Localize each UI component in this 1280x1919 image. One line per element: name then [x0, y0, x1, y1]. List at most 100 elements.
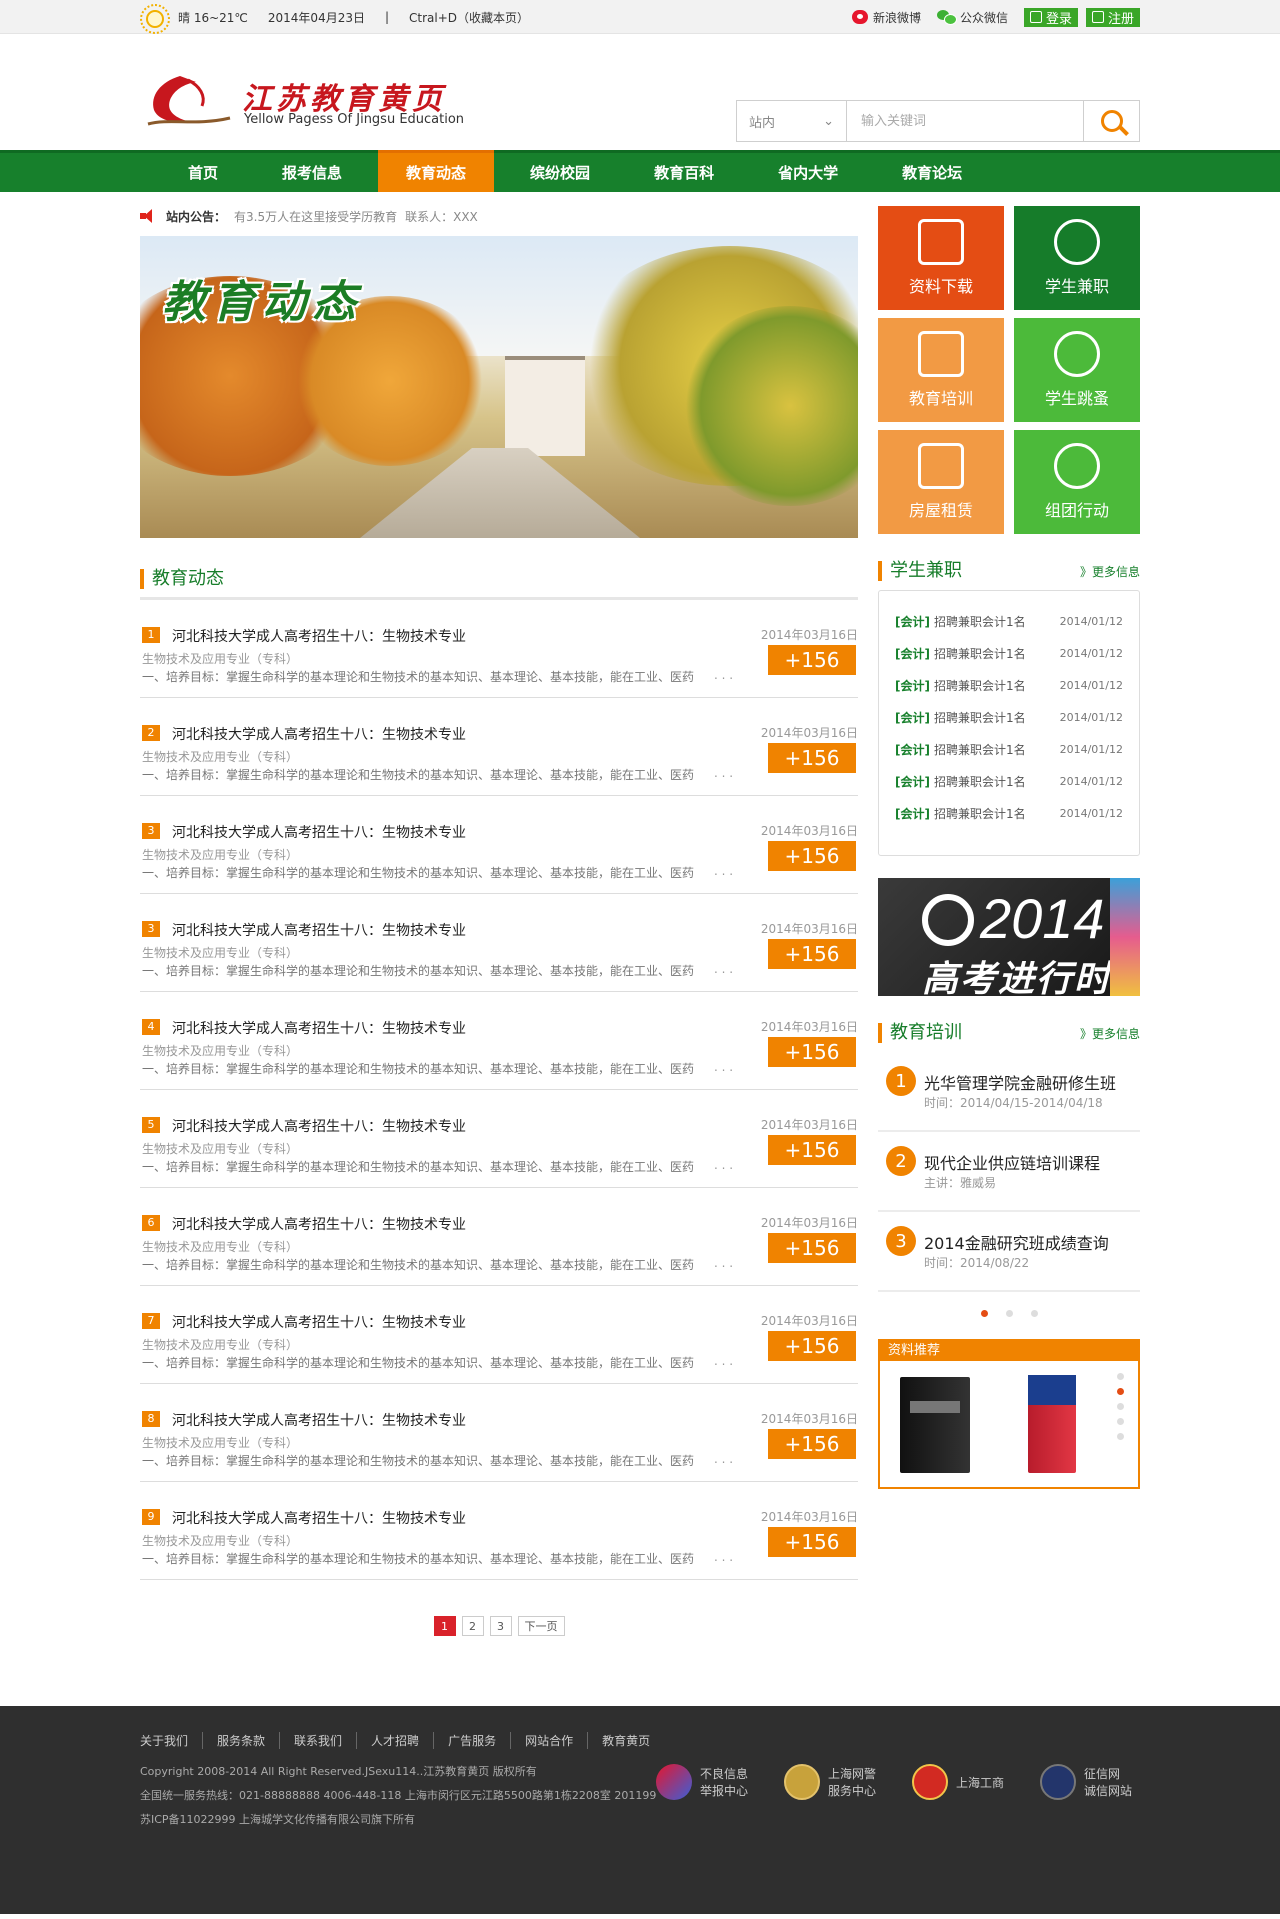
- training-more-link[interactable]: 》更多信息: [1080, 1025, 1140, 1042]
- news-title-link[interactable]: 河北科技大学成人高考招生十八：生物技术专业: [172, 1018, 466, 1038]
- job-item[interactable]: [会计] 招聘兼职会计1名 2014/01/12: [895, 733, 1123, 765]
- footer-link-ads[interactable]: 广告服务: [433, 1732, 510, 1749]
- search-button[interactable]: [1083, 101, 1139, 141]
- news-vote-button[interactable]: +156: [768, 841, 856, 871]
- news-item[interactable]: 2 河北科技大学成人高考招生十八：生物技术专业 2014年03月16日 生物技术及应用…: [140, 698, 858, 796]
- footer-link-terms[interactable]: 服务条款: [202, 1732, 279, 1749]
- news-item[interactable]: 3 河北科技大学成人高考招生十八：生物技术专业 2014年03月16日 生物技术及应用…: [140, 796, 858, 894]
- search-input[interactable]: [847, 101, 1083, 141]
- news-title-link[interactable]: 河北科技大学成人高考招生十八：生物技术专业: [172, 724, 466, 744]
- news-title-link[interactable]: 河北科技大学成人高考招生十八：生物技术专业: [172, 1410, 466, 1430]
- weibo-link[interactable]: 新浪微博: [851, 9, 921, 26]
- bookmark-link[interactable]: Ctral+D（收藏本页）: [409, 9, 529, 26]
- news-item[interactable]: 4 河北科技大学成人高考招生十八：生物技术专业 2014年03月16日 生物技术及应用…: [140, 992, 858, 1090]
- notice-text[interactable]: 有3.5万人在这里接受学历教育: [234, 208, 397, 225]
- job-item[interactable]: [会计] 招聘兼职会计1名 2014/01/12: [895, 605, 1123, 637]
- news-title-link[interactable]: 河北科技大学成人高考招生十八：生物技术专业: [172, 822, 466, 842]
- register-button[interactable]: 注册: [1085, 7, 1140, 27]
- tile-group[interactable]: 组团行动: [1014, 430, 1140, 534]
- footer-link-jobs[interactable]: 人才招聘: [356, 1732, 433, 1749]
- news-item[interactable]: 9 河北科技大学成人高考招生十八：生物技术专业 2014年03月16日 生物技术及应用…: [140, 1482, 858, 1580]
- news-item[interactable]: 6 河北科技大学成人高考招生十八：生物技术专业 2014年03月16日 生物技术及应用…: [140, 1188, 858, 1286]
- news-vote-button[interactable]: +156: [768, 645, 856, 675]
- job-title[interactable]: 招聘兼职会计1名: [934, 773, 1060, 790]
- training-item[interactable]: 1 光华管理学院金融研修生班 时间：2014/04/15-2014/04/18: [878, 1052, 1140, 1132]
- news-item[interactable]: 5 河北科技大学成人高考招生十八：生物技术专业 2014年03月16日 生物技术及应用…: [140, 1090, 858, 1188]
- job-item[interactable]: [会计] 招聘兼职会计1名 2014/01/12: [895, 637, 1123, 669]
- footer-link-partners[interactable]: 网站合作: [510, 1732, 587, 1749]
- nav-item-exam-info[interactable]: 报考信息: [254, 153, 370, 192]
- news-vote-button[interactable]: +156: [768, 1331, 856, 1361]
- gaokao-ad-banner[interactable]: 2014 高考进行时: [878, 878, 1140, 996]
- carousel-dot[interactable]: [1117, 1433, 1124, 1440]
- nav-item-edu-news[interactable]: 教育动态: [378, 150, 495, 192]
- job-item[interactable]: [会计] 招聘兼职会计1名 2014/01/12: [895, 669, 1123, 701]
- news-title-link[interactable]: 河北科技大学成人高考招生十八：生物技术专业: [172, 626, 466, 646]
- job-title[interactable]: 招聘兼职会计1名: [934, 613, 1060, 630]
- carousel-dot[interactable]: [980, 1310, 988, 1317]
- nav-item-encyclopedia[interactable]: 教育百科: [626, 153, 742, 192]
- news-vote-button[interactable]: +156: [768, 1233, 856, 1263]
- training-item[interactable]: 3 2014金融研究班成绩查询 时间：2014/08/22: [878, 1212, 1140, 1292]
- tile-training[interactable]: 教育培训: [878, 318, 1004, 422]
- footer-link-contact[interactable]: 联系我们: [279, 1732, 356, 1749]
- job-title[interactable]: 招聘兼职会计1名: [934, 709, 1060, 726]
- badge-credit[interactable]: 征信网 诚信网站: [1040, 1764, 1140, 1800]
- badge-commerce[interactable]: 上海工商: [912, 1764, 1012, 1800]
- job-item[interactable]: [会计] 招聘兼职会计1名 2014/01/12: [895, 765, 1123, 797]
- training-title[interactable]: 现代企业供应链培训课程: [924, 1150, 1100, 1174]
- wechat-link[interactable]: 公众微信: [936, 9, 1008, 26]
- book-cover-image[interactable]: [1028, 1375, 1076, 1473]
- nav-item-forum[interactable]: 教育论坛: [874, 153, 990, 192]
- carousel-dot[interactable]: [1005, 1310, 1013, 1317]
- news-title-link[interactable]: 河北科技大学成人高考招生十八：生物技术专业: [172, 1312, 466, 1332]
- book-cover-image[interactable]: [900, 1377, 970, 1473]
- news-item[interactable]: 7 河北科技大学成人高考招生十八：生物技术专业 2014年03月16日 生物技术及应用…: [140, 1286, 858, 1384]
- carousel-dot[interactable]: [1117, 1403, 1124, 1410]
- search-scope-select[interactable]: 站内 ⌄: [737, 101, 847, 141]
- footer-link-yellow-pages[interactable]: 教育黄页: [587, 1732, 664, 1749]
- training-item[interactable]: 2 现代企业供应链培训课程 主讲：雅威易: [878, 1132, 1140, 1212]
- news-item[interactable]: 1 河北科技大学成人高考招生十八：生物技术专业 2014年03月16日 生物技术及应用…: [140, 600, 858, 698]
- page-3[interactable]: 3: [489, 1616, 512, 1636]
- page-2[interactable]: 2: [461, 1616, 484, 1636]
- tile-flea-market[interactable]: 学生跳蚤: [1014, 318, 1140, 422]
- news-title-link[interactable]: 河北科技大学成人高考招生十八：生物技术专业: [172, 1508, 466, 1528]
- tile-downloads[interactable]: 资料下载: [878, 206, 1004, 310]
- login-button[interactable]: 登录: [1023, 7, 1078, 27]
- nav-item-home[interactable]: 首页: [160, 153, 246, 192]
- tile-rental[interactable]: 房屋租赁: [878, 430, 1004, 534]
- news-title-link[interactable]: 河北科技大学成人高考招生十八：生物技术专业: [172, 1116, 466, 1136]
- training-title[interactable]: 2014金融研究班成绩查询: [924, 1230, 1109, 1254]
- news-item[interactable]: 8 河北科技大学成人高考招生十八：生物技术专业 2014年03月16日 生物技术及应用…: [140, 1384, 858, 1482]
- job-title[interactable]: 招聘兼职会计1名: [934, 805, 1060, 822]
- job-item[interactable]: [会计] 招聘兼职会计1名 2014/01/12: [895, 701, 1123, 733]
- next-page-button[interactable]: 下一页: [517, 1616, 565, 1636]
- site-logo[interactable]: 江苏教育黄页 Yellow Pagess Of Jingsu Education: [140, 72, 470, 132]
- badge-cyber-police[interactable]: 上海网警 服务中心: [784, 1764, 884, 1800]
- news-title-link[interactable]: 河北科技大学成人高考招生十八：生物技术专业: [172, 1214, 466, 1234]
- badge-report-center[interactable]: 不良信息 举报中心: [656, 1764, 756, 1800]
- jobs-more-link[interactable]: 》更多信息: [1080, 563, 1140, 580]
- carousel-dot[interactable]: [1117, 1418, 1124, 1425]
- job-title[interactable]: 招聘兼职会计1名: [934, 645, 1060, 662]
- nav-item-universities[interactable]: 省内大学: [750, 153, 866, 192]
- news-vote-button[interactable]: +156: [768, 1135, 856, 1165]
- tile-part-time[interactable]: 学生兼职: [1014, 206, 1140, 310]
- footer-link-about[interactable]: 关于我们: [140, 1732, 202, 1749]
- news-item[interactable]: 3 河北科技大学成人高考招生十八：生物技术专业 2014年03月16日 生物技术及应用…: [140, 894, 858, 992]
- news-title-link[interactable]: 河北科技大学成人高考招生十八：生物技术专业: [172, 920, 466, 940]
- training-title[interactable]: 光华管理学院金融研修生班: [924, 1070, 1116, 1094]
- hero-banner[interactable]: 教育动态: [140, 236, 858, 538]
- news-vote-button[interactable]: +156: [768, 1527, 856, 1557]
- news-vote-button[interactable]: +156: [768, 939, 856, 969]
- page-1[interactable]: 1: [433, 1616, 456, 1636]
- news-vote-button[interactable]: +156: [768, 1429, 856, 1459]
- news-vote-button[interactable]: +156: [768, 1037, 856, 1067]
- carousel-dot[interactable]: [1030, 1310, 1038, 1317]
- news-vote-button[interactable]: +156: [768, 743, 856, 773]
- nav-item-campus[interactable]: 缤纷校园: [502, 153, 618, 192]
- job-title[interactable]: 招聘兼职会计1名: [934, 741, 1060, 758]
- carousel-dot[interactable]: [1117, 1373, 1124, 1380]
- carousel-dot[interactable]: [1117, 1388, 1124, 1395]
